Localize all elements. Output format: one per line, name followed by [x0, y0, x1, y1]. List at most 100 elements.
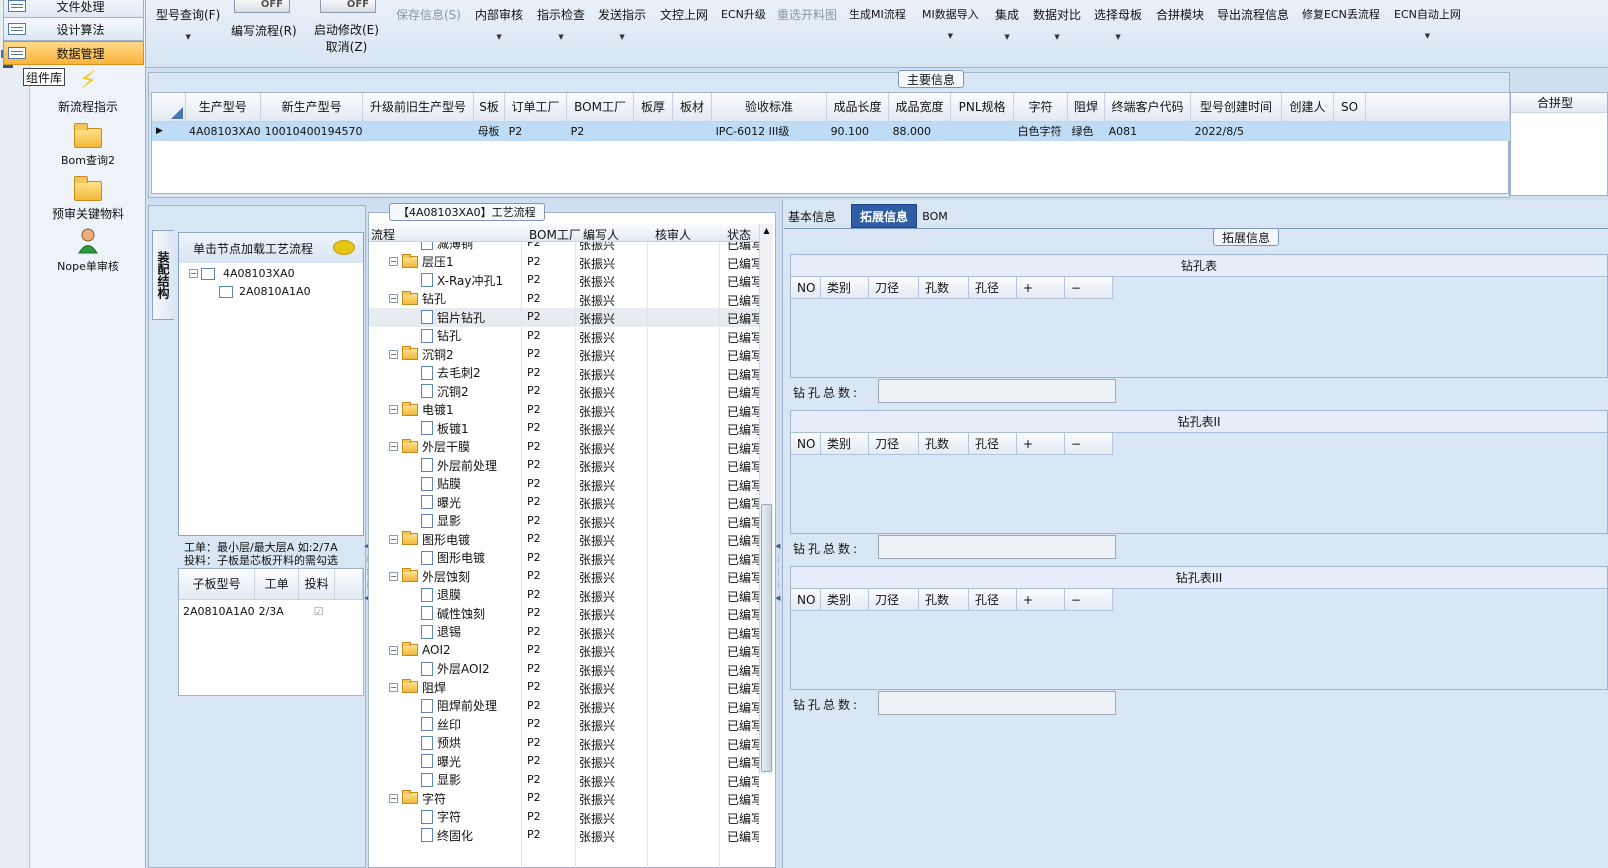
remove-row-button[interactable]: − — [1065, 589, 1113, 611]
process-row[interactable]: X-Ray冲孔1 P2 张振兴 已编写 — [369, 271, 759, 290]
col-header[interactable]: 孔径 — [969, 589, 1017, 611]
process-row[interactable]: 显影 P2 张振兴 已编写 — [369, 771, 759, 790]
col-header[interactable]: BOM工厂 — [566, 93, 635, 122]
table-cell[interactable]: 4A08103XA0 — [185, 121, 261, 141]
start-edit-toggle[interactable]: OFF — [320, 0, 376, 13]
collapse-icon[interactable]: − — [389, 571, 398, 581]
col-header[interactable]: 子板型号 — [179, 569, 256, 600]
nav-item-nope-audit[interactable]: Nope单审核 — [30, 226, 146, 274]
table-cell[interactable] — [362, 121, 474, 141]
col-header[interactable]: 孔数 — [919, 277, 969, 299]
col-header[interactable]: NO — [791, 433, 821, 455]
col-header[interactable]: 工单 — [254, 569, 300, 600]
collapse-icon[interactable]: − — [389, 349, 398, 359]
add-row-button[interactable]: + — [1017, 589, 1065, 611]
drill-total-field[interactable] — [878, 691, 1116, 715]
col-header[interactable]: 订单工厂 — [504, 93, 568, 122]
process-row[interactable]: 退膜 P2 张振兴 已编写 — [369, 586, 759, 605]
col-header[interactable]: 孔径 — [969, 277, 1017, 299]
nav-tab-data[interactable]: 数据管理 — [3, 41, 144, 65]
collapse-icon[interactable]: − — [389, 257, 398, 267]
table-cell[interactable]: 2/3A — [255, 599, 299, 623]
col-header[interactable]: 升级前旧生产型号 — [362, 93, 475, 122]
col-header[interactable]: 成品长度 — [826, 93, 890, 122]
tab-extended-info[interactable]: 拓展信息 — [851, 204, 917, 228]
col-header[interactable]: 字符 — [1013, 93, 1069, 122]
col-header[interactable]: 状态 — [727, 226, 751, 243]
table-cell[interactable] — [672, 121, 712, 141]
nav-item-key-material[interactable]: 预审关键物料 — [30, 173, 146, 222]
write-flow-toggle[interactable]: OFF — [234, 0, 290, 13]
col-header[interactable]: 流程 — [371, 226, 395, 243]
table-cell[interactable] — [1333, 121, 1366, 141]
table-cell[interactable] — [633, 121, 673, 141]
add-row-button[interactable]: + — [1017, 277, 1065, 299]
col-header[interactable]: 新生产型号 — [260, 93, 364, 122]
col-header[interactable]: 板厚 — [633, 93, 674, 122]
process-row[interactable]: − 电镀1 P2 张振兴 已编写 — [369, 401, 759, 420]
write-flow-button[interactable]: 编写流程(R) — [231, 22, 297, 39]
col-header[interactable]: 核审人 — [655, 226, 691, 243]
export-flow-info-button[interactable]: 导出流程信息 — [1217, 6, 1289, 23]
nav-tab-file[interactable]: 文件处理 — [3, 0, 144, 18]
process-row[interactable]: 阻焊前处理 P2 张振兴 已编写 — [369, 697, 759, 716]
nav-tab-algorithm[interactable]: 设计算法 — [3, 17, 144, 41]
col-header[interactable]: SO — [1333, 93, 1367, 122]
table-cell[interactable]: 88.000 — [888, 121, 951, 141]
tab-bom[interactable]: BOM — [920, 204, 950, 228]
process-row[interactable]: 铝片钻孔 P2 张振兴 已编写 — [369, 308, 759, 327]
process-row[interactable]: − AOI2 P2 张振兴 已编写 — [369, 641, 759, 660]
generate-mi-flow-button[interactable]: 生成MI流程 — [849, 6, 906, 22]
nav-item-bom-query[interactable]: Bom查询2 — [30, 120, 146, 168]
select-motherboard-button[interactable]: 选择母板 ▼ — [1094, 6, 1142, 41]
internal-review-button[interactable]: 内部审核 ▼ — [475, 6, 523, 41]
col-header[interactable]: 验收标准 — [711, 93, 828, 122]
fix-ecn-flow-button[interactable]: 修复ECN丢流程 — [1302, 6, 1380, 22]
process-row[interactable]: 去毛刺2 P2 张振兴 已编写 — [369, 364, 759, 383]
add-row-button[interactable]: + — [1017, 433, 1065, 455]
collapse-icon[interactable]: − — [389, 534, 398, 544]
splitter-handle[interactable]: ◀⋮⋮⋮◀ — [775, 540, 782, 620]
table-row[interactable]: ▶ 4A08103XA0 10010400194570 母板 P2 P2 IPC… — [152, 121, 1510, 141]
process-row[interactable]: 沉铜2 P2 张振兴 已编写 — [369, 382, 759, 401]
merge-module-button[interactable]: 合拼模块 — [1156, 6, 1204, 23]
col-header[interactable]: PNL规格 — [950, 93, 1015, 122]
process-row[interactable]: − 字符 P2 张振兴 已编写 — [369, 789, 759, 808]
send-instruction-button[interactable]: 发送指示 ▼ — [598, 6, 646, 41]
process-row[interactable]: − 层压1 P2 张振兴 已编写 — [369, 253, 759, 272]
collapse-icon[interactable]: − — [389, 645, 398, 655]
collapse-icon[interactable]: − — [389, 405, 398, 415]
col-header[interactable]: 生产型号 — [185, 93, 262, 122]
process-row[interactable]: 外层前处理 P2 张振兴 已编写 — [369, 456, 759, 475]
tree-node-child[interactable]: 2A0810A1A0 — [219, 285, 311, 298]
col-header[interactable]: 刀径 — [869, 433, 919, 455]
process-row[interactable]: 外层AOI2 P2 张振兴 已编写 — [369, 660, 759, 679]
col-header[interactable]: 孔数 — [919, 589, 969, 611]
data-compare-button[interactable]: 数据对比 ▼ — [1033, 6, 1081, 41]
col-header[interactable]: 终端客户代码 — [1104, 93, 1192, 122]
process-row[interactable]: 减薄铜 P2 张振兴 已编写 — [369, 242, 759, 253]
col-header[interactable]: 阻焊 — [1067, 93, 1106, 122]
reselect-cutting-button[interactable]: 重选开料图 — [777, 6, 837, 23]
collapse-icon[interactable]: − — [189, 269, 198, 278]
col-header[interactable]: 刀径 — [869, 589, 919, 611]
start-edit-button[interactable]: 启动修改(E) 取消(Z) — [314, 22, 379, 56]
model-query-button[interactable]: 型号查询(F) ▼ — [156, 6, 220, 41]
table-cell[interactable]: 白色字符 — [1013, 121, 1068, 141]
remove-row-button[interactable]: − — [1065, 277, 1113, 299]
process-row[interactable]: 贴膜 P2 张振兴 已编写 — [369, 475, 759, 494]
feed-checkbox[interactable]: ☑ — [299, 599, 335, 623]
process-row[interactable]: − 沉铜2 P2 张振兴 已编写 — [369, 345, 759, 364]
table-cell[interactable]: 2A0810A1A0 — [179, 599, 255, 623]
col-header[interactable]: 孔数 — [919, 433, 969, 455]
table-cell[interactable]: 90.100 — [826, 121, 889, 141]
col-header[interactable]: 投料 — [298, 569, 336, 600]
table-cell[interactable]: P2 — [566, 121, 634, 141]
scroll-up-icon[interactable]: ▲ — [760, 224, 773, 238]
col-header[interactable]: 成品宽度 — [888, 93, 952, 122]
col-header[interactable]: 类别 — [821, 433, 869, 455]
remove-row-button[interactable]: − — [1065, 433, 1113, 455]
col-header[interactable]: 编写人 — [583, 226, 619, 243]
doc-control-online-button[interactable]: 文控上网 — [660, 6, 708, 23]
integrate-button[interactable]: 集成 ▼ — [995, 6, 1019, 41]
